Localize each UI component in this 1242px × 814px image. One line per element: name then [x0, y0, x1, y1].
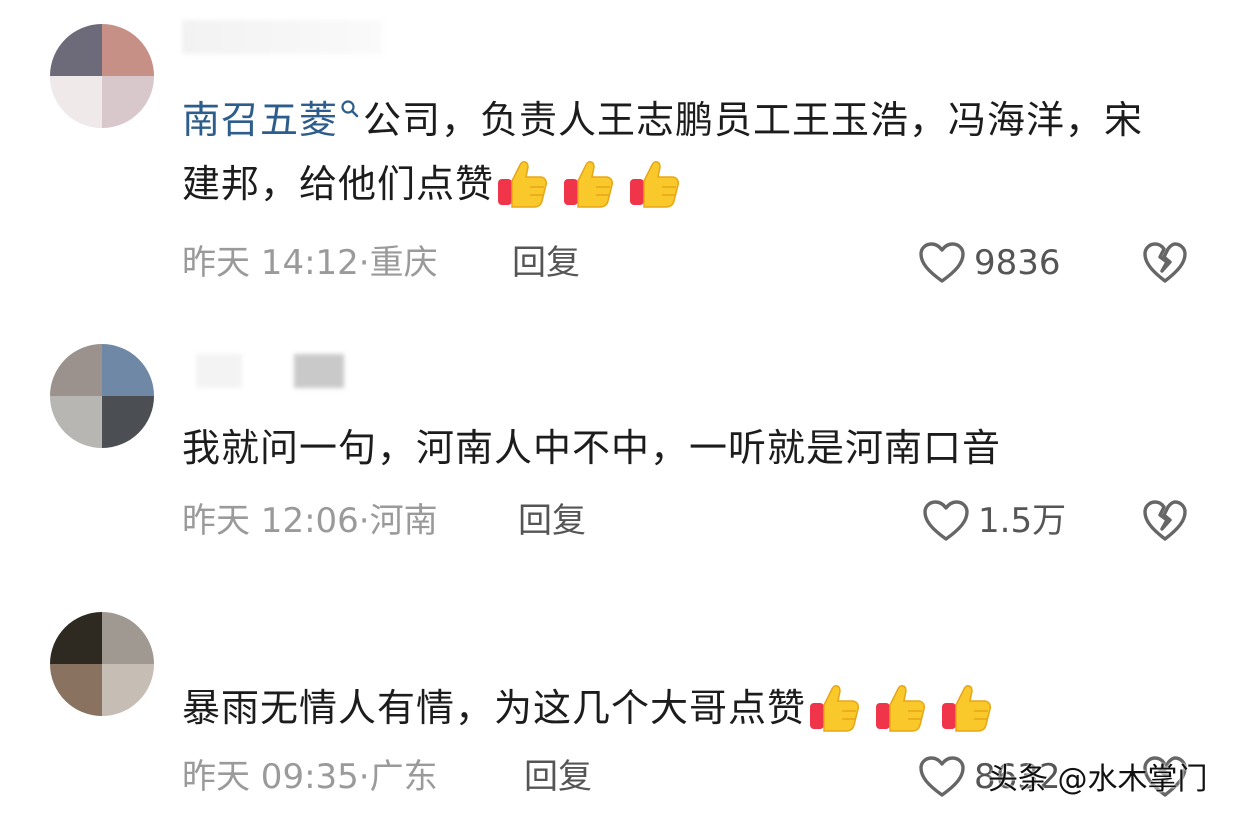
comment-body: 暴雨无情人有情，为这几个大哥点赞 — [182, 686, 807, 730]
thumbs-up-emoji — [806, 679, 862, 735]
comment-meta: 昨天 09:35·广东 — [182, 752, 438, 802]
meta-separator: · — [358, 243, 370, 283]
reply-button[interactable]: 回复 — [512, 238, 580, 288]
thumbs-up-emojis — [806, 685, 1004, 732]
watermark: 头条 @水木掌门 — [988, 762, 1208, 797]
thumbs-up-emoji — [494, 155, 550, 211]
thumbs-up-emoji — [626, 155, 682, 211]
heart-outline-icon — [919, 756, 965, 797]
comment-location: 河南 — [369, 501, 438, 541]
like-button[interactable]: 1.5万 — [922, 496, 1066, 546]
like-count: 9836 — [974, 243, 1061, 283]
comment-text: 暴雨无情人有情，为这几个大哥点赞 — [182, 676, 1162, 740]
comment-body: 我就问一句，河南人中不中，一听就是河南口音 — [182, 426, 1002, 470]
thumbs-up-emoji — [938, 679, 994, 735]
thumbs-up-emoji — [872, 679, 928, 735]
heart-outline-icon — [919, 242, 965, 283]
comment-text: 南召五菱 公司，负责人王志鹏员工王玉浩，冯海洋，宋建邦，给他们点赞 — [182, 88, 1162, 216]
meta-separator: · — [358, 501, 370, 541]
comment-meta: 昨天 14:12·重庆 — [182, 238, 438, 288]
search-icon[interactable] — [340, 74, 360, 138]
dislike-button[interactable] — [1140, 496, 1190, 546]
comment-meta: 昨天 12:06·河南 — [182, 496, 438, 546]
comment-time: 昨天 09:35 — [182, 757, 359, 797]
thumbs-up-emoji — [560, 155, 616, 211]
comment-location: 广东 — [369, 757, 438, 797]
avatar[interactable] — [50, 612, 154, 716]
avatar[interactable] — [50, 344, 154, 448]
comment-time: 昨天 12:06 — [182, 501, 359, 541]
comment-text: 我就问一句，河南人中不中，一听就是河南口音 — [182, 416, 1162, 480]
comment-time: 昨天 14:12 — [182, 243, 359, 283]
comment-location: 重庆 — [369, 243, 438, 283]
username-blurred-2 — [294, 354, 344, 388]
avatar[interactable] — [50, 24, 154, 128]
reply-button[interactable]: 回复 — [524, 752, 592, 802]
thumbs-up-emojis — [494, 161, 692, 208]
like-count: 1.5万 — [978, 501, 1067, 541]
mention-link[interactable]: 南召五菱 — [182, 98, 338, 142]
broken-heart-icon — [1143, 242, 1187, 283]
like-button[interactable]: 9836 — [918, 238, 1061, 288]
username-blurred[interactable] — [182, 20, 382, 54]
dislike-button[interactable] — [1140, 238, 1190, 288]
reply-button[interactable]: 回复 — [518, 496, 586, 546]
meta-separator: · — [358, 757, 370, 797]
heart-outline-icon — [923, 500, 969, 541]
username-blurred[interactable] — [196, 354, 242, 388]
broken-heart-icon — [1143, 500, 1187, 541]
